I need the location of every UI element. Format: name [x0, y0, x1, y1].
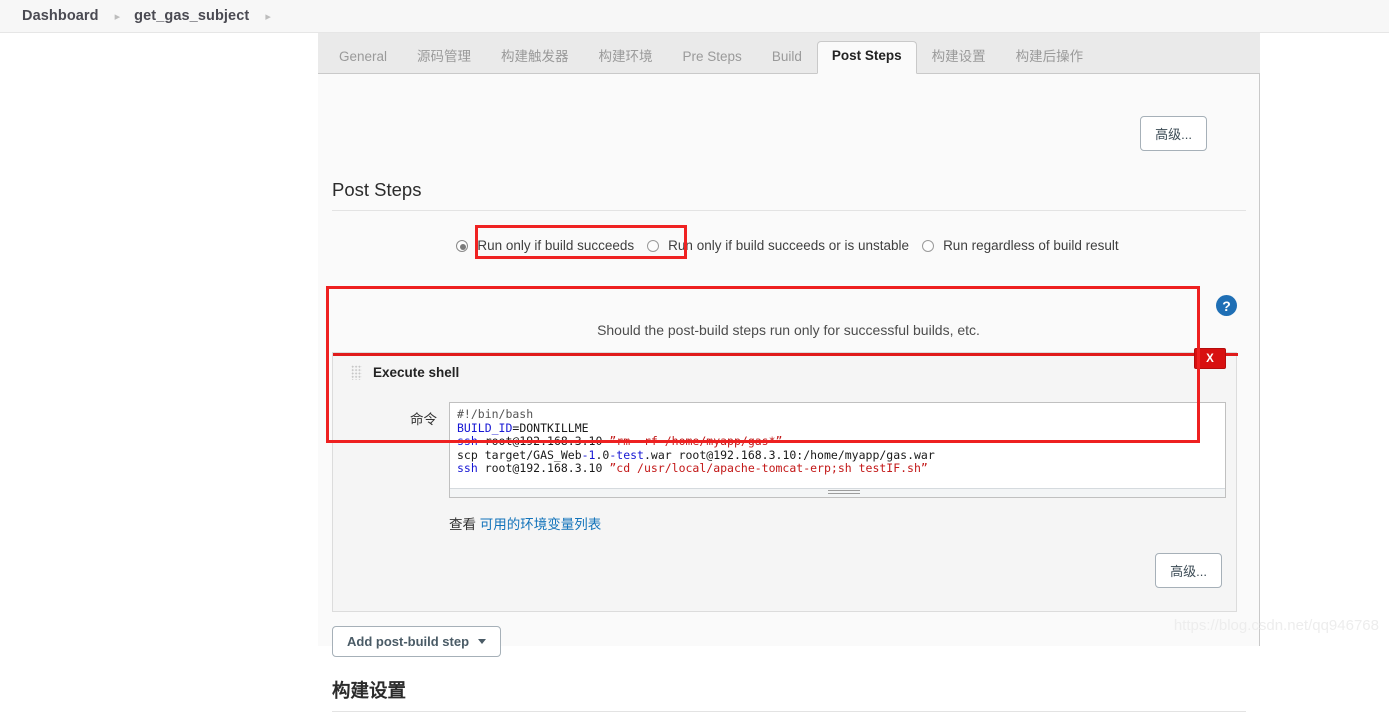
breadcrumb-item-job[interactable]: get_gas_subject — [134, 8, 249, 24]
run-condition-help-text: Should the post-build steps run only for… — [597, 322, 980, 338]
post-steps-heading: Post Steps — [332, 179, 1246, 211]
breadcrumb-item-dashboard[interactable]: Dashboard — [22, 8, 99, 24]
breadcrumb-separator-icon: ▸ — [114, 10, 121, 23]
radio-succeeds-or-unstable-indicator[interactable] — [647, 239, 660, 252]
builder-header: Execute shell X — [333, 348, 1238, 389]
textarea-resize-grip-icon[interactable] — [828, 488, 860, 494]
tab-source-management[interactable]: 源码管理 — [402, 42, 486, 74]
add-post-build-step-button[interactable]: Add post-build step — [332, 626, 502, 657]
radio-succeeds-or-unstable-label: Run only if build succeeds or is unstabl… — [668, 238, 910, 253]
tab-build[interactable]: Build — [757, 42, 817, 74]
radio-option-succeeds-or-unstable[interactable]: Run only if build succeeds or is unstabl… — [647, 238, 911, 253]
tab-build-settings[interactable]: 构建设置 — [917, 42, 1001, 74]
env-link-prefix: 查看 — [449, 517, 480, 532]
command-field-label: 命令 — [410, 412, 437, 427]
tab-build-triggers[interactable]: 构建触发器 — [486, 42, 584, 74]
breadcrumb: Dashboard ▸ get_gas_subject ▸ — [0, 0, 1389, 33]
run-condition-radio-group: Run only if build succeeds Run only if b… — [318, 225, 1259, 259]
radio-option-regardless[interactable]: Run regardless of build result — [922, 238, 1121, 253]
tab-build-environment[interactable]: 构建环境 — [584, 42, 668, 74]
radio-option-succeeds[interactable]: Run only if build succeeds — [456, 238, 636, 253]
command-code-content: #!/bin/bash BUILD_ID=DONTKILLME ssh root… — [457, 407, 935, 476]
radio-regardless-label: Run regardless of build result — [943, 238, 1119, 253]
tab-pre-steps[interactable]: Pre Steps — [668, 42, 757, 74]
build-settings-heading: 构建设置 — [332, 677, 1246, 712]
add-post-build-step-label: Add post-build step — [347, 634, 470, 649]
drag-handle-icon[interactable] — [351, 365, 362, 380]
tab-post-build-actions[interactable]: 构建后操作 — [1001, 42, 1099, 74]
advanced-top-button[interactable]: 高级... — [1140, 116, 1207, 151]
content-panel: General 源码管理 构建触发器 构建环境 Pre Steps Build … — [318, 33, 1260, 712]
tab-post-steps[interactable]: Post Steps — [816, 41, 917, 74]
breadcrumb-dropdown-icon[interactable]: ▸ — [265, 10, 271, 23]
watermark: https://blog.csdn.net/qq946768 — [1173, 617, 1379, 634]
config-tab-bar: General 源码管理 构建触发器 构建环境 Pre Steps Build … — [318, 33, 1260, 74]
help-icon[interactable]: ? — [1216, 295, 1237, 316]
radio-succeeds-indicator[interactable] — [456, 239, 469, 252]
delete-builder-button[interactable]: X — [1194, 348, 1226, 369]
command-textarea[interactable]: #!/bin/bash BUILD_ID=DONTKILLME ssh root… — [449, 402, 1226, 498]
env-variables-link[interactable]: 可用的环境变量列表 — [480, 517, 602, 532]
tab-general[interactable]: General — [324, 42, 402, 74]
builder-title: Execute shell — [373, 365, 460, 380]
env-variables-link-row: 查看 可用的环境变量列表 — [449, 513, 601, 533]
radio-regardless-indicator[interactable] — [922, 239, 935, 252]
radio-succeeds-label: Run only if build succeeds — [477, 238, 635, 253]
chevron-down-icon — [478, 639, 487, 644]
panel-body: 高级... Post Steps Run only if build succe… — [318, 74, 1259, 712]
advanced-bottom-button[interactable]: 高级... — [1155, 553, 1222, 588]
builder-execute-shell: Execute shell X 命令 #!/bin/bash BUILD_ID=… — [332, 348, 1238, 612]
